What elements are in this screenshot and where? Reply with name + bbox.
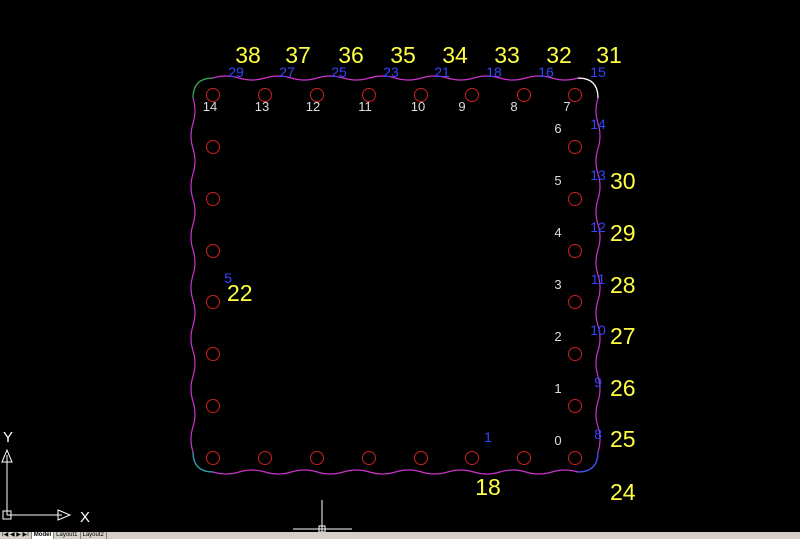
hole-top-5 (465, 88, 479, 102)
right-net-number: 11 (591, 271, 606, 287)
right-pad-label: 4 (554, 225, 561, 240)
hole-bottom-2 (310, 451, 324, 465)
right-pad-label: 1 (554, 381, 561, 396)
hole-bottom-1 (258, 451, 272, 465)
right-pad-label: 5 (554, 173, 561, 188)
right-pin-number: 30 (610, 168, 636, 194)
hole-left-3 (206, 295, 220, 309)
right-pin-number: 28 (610, 272, 636, 298)
hole-top-6 (517, 88, 531, 102)
hole-right-1 (568, 192, 582, 206)
right-net-number: 9 (594, 374, 602, 390)
cad-drawing-canvas[interactable]: 38 37 36 35 34 33 32 31 29 27 25 23 21 18 16 15 14 13 12 11… (0, 0, 800, 539)
top-pad-label: 9 (458, 99, 465, 114)
tab-model[interactable]: Model (31, 532, 55, 539)
ucs-icon (1, 448, 72, 521)
top-net-number: 16 (538, 64, 554, 80)
hole-bottom-6 (517, 451, 531, 465)
board-outline (190, 75, 601, 475)
ucs-x-label: X (80, 509, 90, 526)
top-pad-label: 10 (411, 99, 425, 114)
layout-tab-bar: I◀ ◀ ▶ ▶I Model Layout1 Layout2 (0, 532, 800, 539)
crosshair-cursor (293, 500, 352, 532)
bottom-net-number: 1 (484, 429, 492, 445)
right-net-number: 13 (590, 167, 606, 183)
hole-left-1 (206, 192, 220, 206)
hole-right-3 (568, 295, 582, 309)
tab-nav-buttons[interactable]: I◀ ◀ ▶ ▶I (0, 532, 32, 539)
outline-corner-3 (192, 451, 214, 473)
right-pin-number: 24 (610, 479, 636, 505)
left-pin-number: 22 (227, 280, 253, 306)
right-pad-label: 2 (554, 329, 561, 344)
tab-layout1[interactable]: Layout1 (54, 532, 81, 539)
top-net-number: 23 (383, 64, 399, 80)
hole-left-5 (206, 399, 220, 413)
right-pin-number: 29 (610, 220, 636, 246)
top-net-number: 29 (228, 64, 244, 80)
right-net-number: 10 (590, 322, 606, 338)
hole-bottom-3 (362, 451, 376, 465)
top-pad-label: 14 (203, 99, 217, 114)
tab-layout2[interactable]: Layout2 (81, 532, 107, 539)
hole-bottom-7 (568, 451, 582, 465)
top-pad-label: 11 (358, 99, 372, 114)
mounting-holes (206, 88, 582, 465)
hole-bottom-4 (414, 451, 428, 465)
top-net-number: 21 (434, 64, 450, 80)
bottom-pin-number: 18 (475, 474, 501, 500)
top-pad-label: 13 (255, 99, 269, 114)
right-net-number: 12 (590, 219, 606, 235)
hole-bottom-0 (206, 451, 220, 465)
ucs-y-label: Y (3, 429, 13, 446)
right-pin-number: 26 (610, 375, 636, 401)
top-net-number: 25 (331, 64, 347, 80)
right-pin-number: 27 (610, 323, 636, 349)
right-pin-number: 25 (610, 426, 636, 452)
hole-left-0 (206, 140, 220, 154)
top-net-number: 18 (486, 64, 502, 80)
right-net-number: 8 (594, 426, 602, 442)
hole-right-5 (568, 399, 582, 413)
right-pad-label: 3 (554, 277, 561, 292)
hole-left-2 (206, 244, 220, 258)
top-net-number: 27 (279, 64, 295, 80)
hole-right-4 (568, 347, 582, 361)
hole-right-2 (568, 244, 582, 258)
hole-right-0 (568, 140, 582, 154)
top-pad-label: 8 (510, 99, 517, 114)
right-net-number: 14 (590, 116, 606, 132)
hole-bottom-5 (465, 451, 479, 465)
top-pad-label: 7 (563, 99, 570, 114)
drawing-area[interactable]: 38 37 36 35 34 33 32 3129 27 25 23 21 18 16 1514 13 12 11… (0, 0, 800, 532)
right-pad-label: 6 (554, 121, 561, 136)
outline-corner-0 (192, 77, 214, 99)
pin-labels: 38 37 36 35 34 33 32 3129 27 25 23 21 18 16 1514 13 12 11… (203, 42, 636, 505)
right-pad-label: 0 (554, 433, 561, 448)
top-net-number: 15 (590, 64, 606, 80)
hole-left-4 (206, 347, 220, 361)
top-pad-label: 12 (306, 99, 320, 114)
